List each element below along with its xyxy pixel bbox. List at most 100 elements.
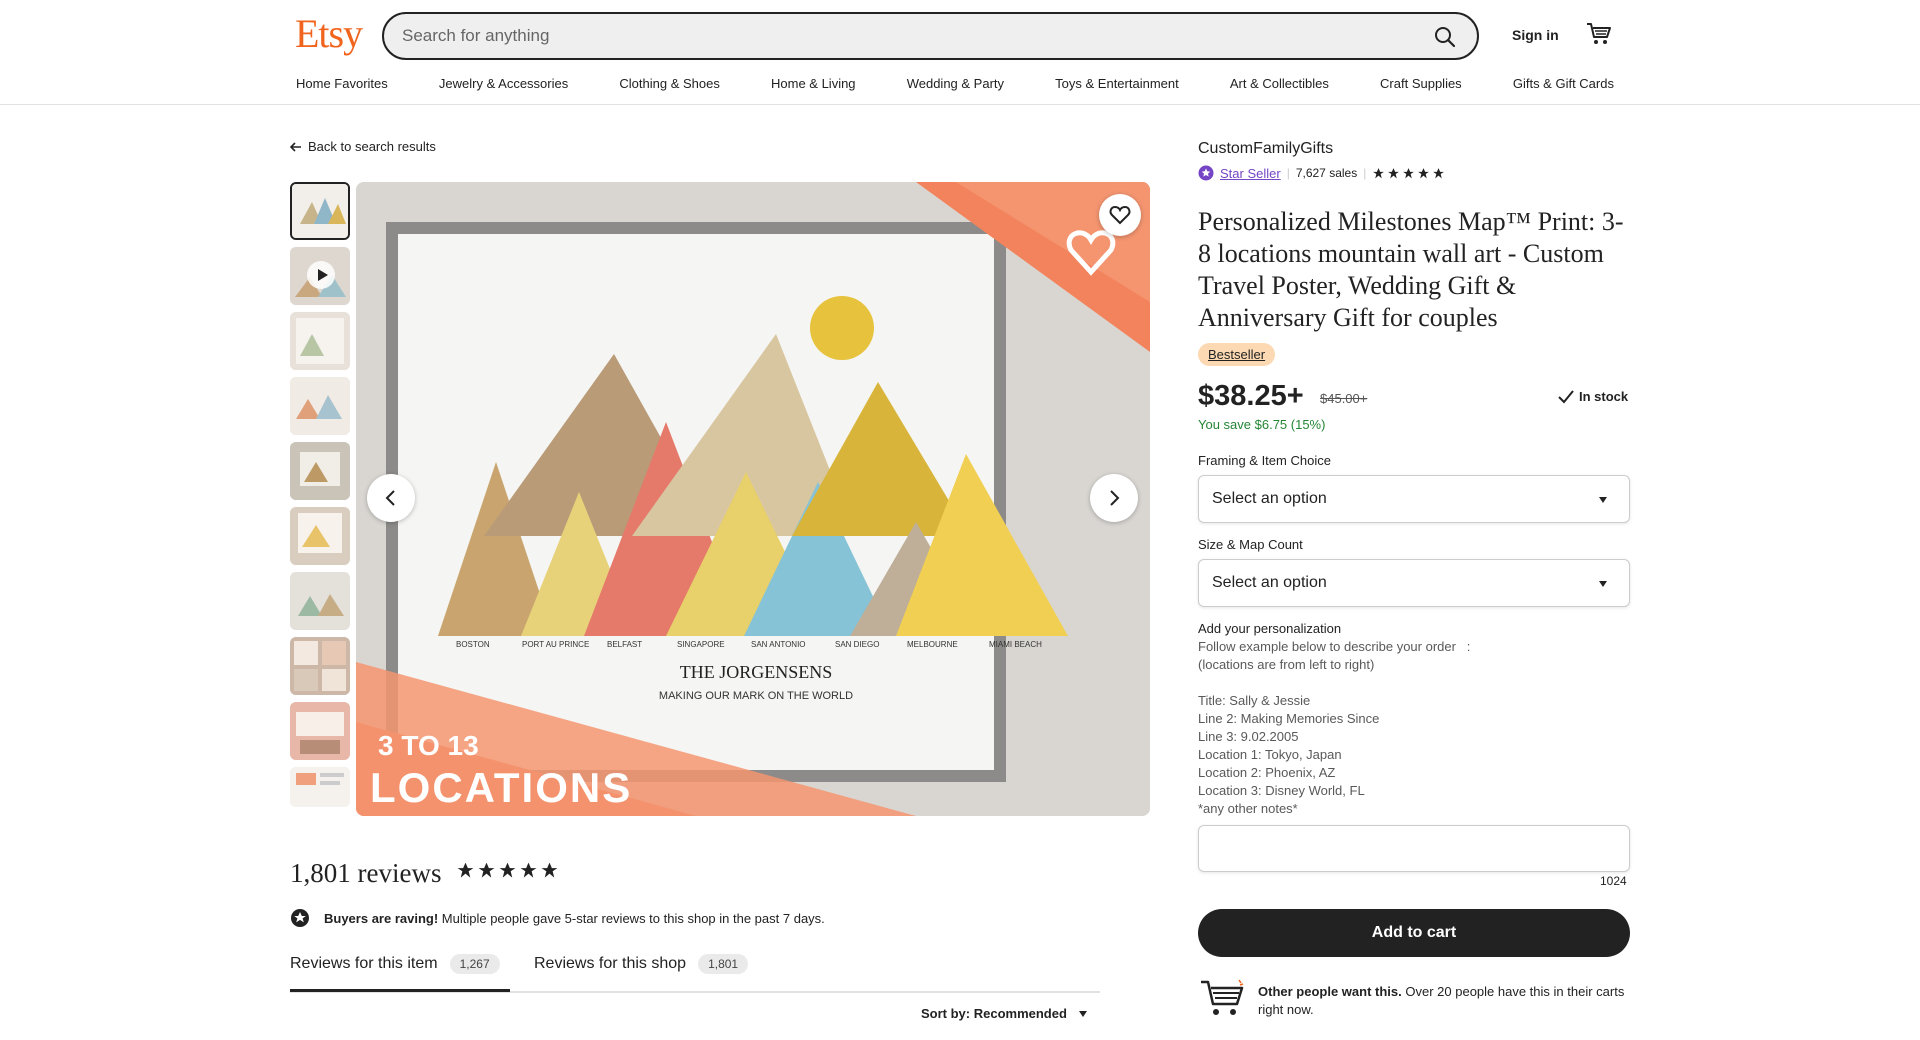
thumbnail-image (290, 637, 350, 695)
thumbnail-image (290, 767, 350, 807)
star-badge-icon (291, 909, 309, 927)
sign-in-link[interactable]: Sign in (1512, 27, 1559, 43)
thumbnail-image (290, 377, 350, 435)
tab-count-badge: 1,801 (698, 954, 749, 974)
banner-text-small: 3 TO 13 (378, 730, 479, 761)
star-icon (1433, 167, 1445, 178)
star-icon (520, 862, 537, 878)
main-product-image[interactable]: BOSTON PORT AU PRINCE BELFAST SINGAPORE … (356, 182, 1150, 816)
star-seller-icon (1198, 165, 1214, 181)
active-tab-indicator (290, 989, 510, 992)
heart-icon (1109, 205, 1131, 225)
rating-stars (456, 861, 559, 880)
demand-bold: Other people want this. (1258, 984, 1402, 999)
search-input[interactable] (402, 14, 1382, 58)
nav-clothing-shoes[interactable]: Clothing & Shoes (619, 76, 719, 91)
favorite-button[interactable] (1099, 194, 1141, 236)
add-to-cart-button[interactable]: Add to cart (1198, 909, 1630, 957)
raving-bold: Buyers are raving! (324, 910, 439, 926)
current-price: $38.25+ (1198, 380, 1304, 412)
thumbnail-image (290, 507, 350, 565)
play-icon (307, 261, 335, 289)
personalization-line: Follow example below to describe your or… (1198, 639, 1471, 654)
star-icon (1403, 167, 1415, 178)
chevron-left-icon (385, 490, 395, 506)
nav-home-living[interactable]: Home & Living (771, 76, 856, 91)
search-icon[interactable] (1433, 25, 1457, 49)
thumbnail-image (290, 312, 350, 370)
tab-item-reviews[interactable]: Reviews for this item 1,267 (290, 954, 500, 974)
banner-text-big: LOCATIONS (370, 764, 633, 811)
reviews-tabs: Reviews for this item 1,267 Reviews for … (290, 950, 1100, 993)
etsy-logo[interactable]: Etsy (295, 10, 363, 57)
thumbnail-10[interactable] (290, 767, 350, 807)
personalization-line: Location 1: Tokyo, Japan (1198, 747, 1342, 762)
divider: | (1363, 166, 1367, 180)
back-link-label: Back to search results (308, 139, 436, 154)
demand-notice: Other people want this. Over 20 people h… (1258, 983, 1630, 1019)
caret-down-icon (1599, 581, 1607, 587)
back-to-results-link[interactable]: Back to search results (290, 139, 436, 154)
thumbnail-image (292, 184, 348, 238)
nav-toys-entertainment[interactable]: Toys & Entertainment (1055, 76, 1179, 91)
thumbnail-video[interactable] (290, 247, 350, 305)
tab-shop-reviews[interactable]: Reviews for this shop 1,801 (534, 954, 749, 974)
shop-rating-stars[interactable] (1372, 167, 1445, 180)
framing-label: Framing & Item Choice (1198, 453, 1331, 468)
thumbnail-1[interactable] (290, 182, 350, 240)
personalization-line: Location 3: Disney World, FL (1198, 783, 1365, 798)
personalization-line: *any other notes* (1198, 801, 1298, 816)
nav-home-favorites[interactable]: Home Favorites (296, 76, 388, 91)
next-image-button[interactable] (1090, 474, 1138, 522)
thumbnail-6[interactable] (290, 507, 350, 565)
raving-text: Multiple people gave 5-star reviews to t… (441, 910, 825, 926)
star-icon (1388, 167, 1400, 178)
corner-banner (356, 662, 916, 816)
personalization-textarea[interactable] (1198, 825, 1630, 872)
tab-count-badge: 1,267 (449, 954, 500, 974)
caret-down-icon (1599, 497, 1607, 503)
size-select[interactable]: Select an option (1198, 559, 1630, 607)
nav-gifts-gift-cards[interactable]: Gifts & Gift Cards (1513, 76, 1614, 91)
sort-dropdown[interactable]: Sort by: Recommended (921, 1006, 1087, 1021)
star-icon (478, 862, 495, 878)
thumbnail-image (290, 572, 350, 630)
thumbnail-8[interactable] (290, 637, 350, 695)
cart-icon[interactable] (1586, 22, 1612, 46)
stock-label: In stock (1579, 389, 1629, 404)
size-label: Size & Map Count (1198, 537, 1303, 552)
arrow-left-icon (290, 141, 301, 152)
nav-wedding-party[interactable]: Wedding & Party (907, 76, 1004, 91)
star-icon (541, 862, 558, 878)
savings-text: You save $6.75 (15%) (1198, 417, 1326, 432)
star-seller-link[interactable]: Star Seller (1220, 166, 1281, 181)
personalization-line: Line 3: 9.02.2005 (1198, 729, 1299, 744)
thumbnail-4[interactable] (290, 377, 350, 435)
thumbnail-9[interactable] (290, 702, 350, 760)
thumbnail-list (290, 182, 350, 814)
tab-label: Reviews for this item (290, 955, 438, 972)
thumbnail-7[interactable] (290, 572, 350, 630)
star-icon (1418, 167, 1430, 178)
reviews-count: 1,801 reviews (290, 858, 442, 888)
original-price: $45.00+ (1320, 391, 1368, 406)
thumbnail-3[interactable] (290, 312, 350, 370)
star-icon (1373, 167, 1385, 178)
sort-label: Sort by: Recommended (921, 1006, 1067, 1021)
bestseller-badge[interactable]: Bestseller (1198, 343, 1276, 366)
star-icon (457, 862, 474, 878)
nav-art-collectibles[interactable]: Art & Collectibles (1230, 76, 1329, 91)
personalization-line (1198, 674, 1618, 692)
thumbnail-image (290, 702, 350, 760)
shop-name-link[interactable]: CustomFamilyGifts (1198, 140, 1333, 158)
category-nav: Home Favorites Jewelry & Accessories Clo… (296, 76, 1614, 91)
nav-jewelry-accessories[interactable]: Jewelry & Accessories (439, 76, 568, 91)
framing-select[interactable]: Select an option (1198, 475, 1630, 523)
stock-status: In stock (1558, 389, 1628, 404)
prev-image-button[interactable] (367, 474, 415, 522)
select-value: Select an option (1212, 490, 1327, 507)
thumbnail-5[interactable] (290, 442, 350, 500)
search-bar (382, 12, 1479, 60)
nav-craft-supplies[interactable]: Craft Supplies (1380, 76, 1462, 91)
personalization-label: Add your personalization (1198, 621, 1342, 636)
